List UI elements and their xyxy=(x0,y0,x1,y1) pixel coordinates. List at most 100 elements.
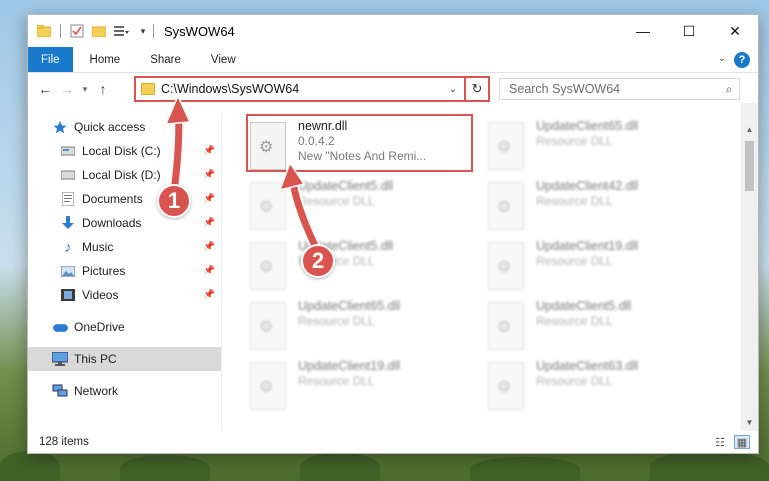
toolbar-separator xyxy=(60,24,61,38)
drive-icon xyxy=(60,143,76,159)
chevron-down-icon[interactable]: ▾ xyxy=(135,23,151,39)
sidebar-item-label: This PC xyxy=(74,352,117,366)
file-item[interactable]: ⚙ UpdateClient65.dll Resource DLL xyxy=(488,119,713,173)
tab-share[interactable]: Share xyxy=(133,47,194,72)
ribbon-tabs: File Home Share View ⌄ ? xyxy=(28,47,758,73)
dll-file-icon: ⚙ xyxy=(250,362,286,410)
window-controls: — ☐ ✕ xyxy=(620,15,758,47)
pin-icon[interactable]: 📌 xyxy=(204,265,215,276)
address-dropdown-icon[interactable]: ⌄ xyxy=(444,84,462,95)
step-1-badge: 1 xyxy=(157,184,191,218)
navigation-pane: Quick access Local Disk (C:) 📌 Local Dis… xyxy=(28,113,221,431)
close-button[interactable]: ✕ xyxy=(712,15,758,47)
window-title: SysWOW64 xyxy=(164,23,235,39)
pin-icon[interactable]: 📌 xyxy=(204,289,215,300)
sidebar-item-label: Local Disk (C:) xyxy=(82,144,161,158)
dll-file-icon: ⚙ xyxy=(488,362,524,410)
pin-icon[interactable]: 📌 xyxy=(204,169,215,180)
sidebar-item-videos[interactable]: Videos 📌 xyxy=(28,283,221,307)
scroll-up-icon[interactable]: ▲ xyxy=(741,121,758,138)
gear-icon: ⚙ xyxy=(497,139,512,156)
sidebar-item-quick-access[interactable]: Quick access xyxy=(28,115,221,139)
sidebar-item-pictures[interactable]: Pictures 📌 xyxy=(28,259,221,283)
sidebar-item-downloads[interactable]: Downloads 📌 xyxy=(28,211,221,235)
tab-file[interactable]: File xyxy=(28,47,73,72)
file-name: UpdateClient19.dll xyxy=(298,359,401,373)
minimize-button[interactable]: — xyxy=(620,15,666,47)
gear-icon: ⚙ xyxy=(497,259,512,276)
file-type: Resource DLL xyxy=(298,194,375,208)
forward-button[interactable]: → xyxy=(56,78,78,100)
file-item[interactable]: ⚙ UpdateClient65.dll Resource DLL xyxy=(250,299,475,353)
pin-icon[interactable]: 📌 xyxy=(204,217,215,228)
file-name: UpdateClient5.dll xyxy=(536,299,632,313)
scroll-down-icon[interactable]: ▼ xyxy=(741,414,758,431)
recent-locations-button[interactable]: ▾ xyxy=(78,78,92,100)
up-button[interactable]: ↑ xyxy=(92,78,114,100)
sidebar-item-network[interactable]: Network xyxy=(28,379,221,403)
gear-icon: ⚙ xyxy=(259,319,274,336)
file-type: Resource DLL xyxy=(536,134,613,148)
tiles-view-icon[interactable]: ▦ xyxy=(734,435,750,449)
sidebar-item-local-disk-d[interactable]: Local Disk (D:) 📌 xyxy=(28,163,221,187)
new-folder-icon[interactable] xyxy=(91,23,107,39)
vertical-scrollbar[interactable]: ▲ ▼ xyxy=(741,103,758,431)
search-box[interactable]: Search SysWOW64 ⌕ xyxy=(499,78,740,100)
file-type: Resource DLL xyxy=(536,254,613,268)
quick-access-toolbar: ▾ xyxy=(28,23,151,39)
file-explorer-window: ▾ SysWOW64 — ☐ ✕ File Home Share View ⌄ … xyxy=(27,14,759,454)
search-input[interactable]: Search SysWOW64 xyxy=(509,82,719,96)
back-button[interactable]: ← xyxy=(34,78,56,100)
file-type: Resource DLL xyxy=(536,314,613,328)
sidebar-item-music[interactable]: ♪ Music 📌 xyxy=(28,235,221,259)
tab-view[interactable]: View xyxy=(194,47,249,72)
sidebar-item-label: Quick access xyxy=(74,120,146,134)
sidebar-item-this-pc[interactable]: This PC xyxy=(28,347,221,371)
file-name: UpdateClient63.dll xyxy=(536,359,639,373)
videos-icon xyxy=(60,287,76,303)
help-button[interactable]: ? xyxy=(734,52,750,68)
refresh-icon: ↻ xyxy=(471,81,483,96)
folder-icon xyxy=(141,83,155,95)
details-view-icon[interactable]: ☷ xyxy=(712,435,728,449)
file-item[interactable]: ⚙ UpdateClient42.dll Resource DLL xyxy=(488,179,713,233)
documents-icon xyxy=(60,191,76,207)
sidebar-item-documents[interactable]: Documents 📌 xyxy=(28,187,221,211)
sidebar-item-onedrive[interactable]: OneDrive xyxy=(28,315,221,339)
gear-icon: ⚙ xyxy=(497,199,512,216)
status-bar: 128 items ☷ ▦ xyxy=(28,431,758,453)
dll-file-icon: ⚙ xyxy=(250,302,286,350)
dll-file-icon: ⚙ xyxy=(488,182,524,230)
properties-icon[interactable] xyxy=(69,23,85,39)
file-item[interactable]: ⚙ UpdateClient5.dll Resource DLL xyxy=(250,179,475,233)
star-icon xyxy=(52,119,68,135)
expand-ribbon-icon[interactable]: ⌄ xyxy=(718,53,726,64)
sidebar-item-label: Documents xyxy=(82,192,143,206)
refresh-button[interactable]: ↻ xyxy=(464,76,490,102)
gear-icon: ⚙ xyxy=(497,319,512,336)
gear-icon: ⚙ xyxy=(259,199,274,216)
pin-icon[interactable]: 📌 xyxy=(204,241,215,252)
sidebar-item-label: Videos xyxy=(82,288,119,302)
pin-icon[interactable]: 📌 xyxy=(204,145,215,156)
sidebar-item-label: Network xyxy=(74,384,119,398)
maximize-button[interactable]: ☐ xyxy=(666,15,712,47)
address-bar[interactable]: C:\Windows\SysWOW64 ⌄ xyxy=(134,76,490,102)
file-item[interactable]: ⚙ UpdateClient19.dll Resource DLL xyxy=(250,359,475,413)
file-item[interactable]: ⚙ UpdateClient63.dll Resource DLL xyxy=(488,359,713,413)
file-item[interactable]: ⚙ UpdateClient5.dll Resource DLL xyxy=(488,299,713,353)
file-name: UpdateClient65.dll xyxy=(536,119,639,133)
dll-file-icon: ⚙ xyxy=(488,242,524,290)
dll-file-icon: ⚙ xyxy=(488,122,524,170)
tab-home[interactable]: Home xyxy=(73,47,134,72)
file-name: UpdateClient5.dll xyxy=(298,179,394,193)
address-path[interactable]: C:\Windows\SysWOW64 xyxy=(161,82,444,96)
file-item[interactable]: ⚙ UpdateClient19.dll Resource DLL xyxy=(488,239,713,293)
scrollbar-thumb[interactable] xyxy=(745,141,754,191)
sidebar-item-local-disk-c[interactable]: Local Disk (C:) 📌 xyxy=(28,139,221,163)
customize-toolbar-icon[interactable] xyxy=(113,23,129,39)
file-highlight-box xyxy=(246,114,473,172)
dll-file-icon: ⚙ xyxy=(250,182,286,230)
file-item[interactable]: ⚙ UpdateClient5.dll Resource DLL xyxy=(250,239,475,293)
pin-icon[interactable]: 📌 xyxy=(204,193,215,204)
